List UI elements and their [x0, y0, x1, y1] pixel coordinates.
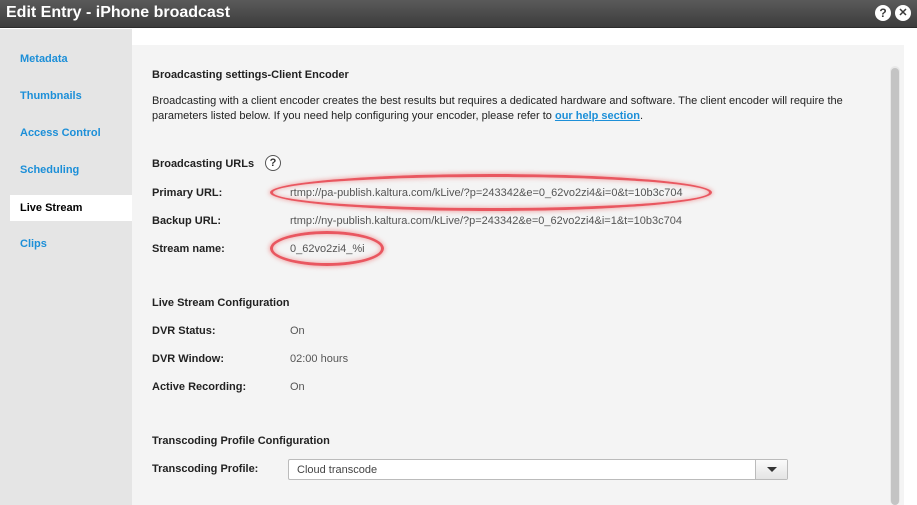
help-icon[interactable]: ? — [875, 5, 891, 21]
broadcasting-urls-heading: Broadcasting URLs — [152, 158, 255, 170]
stream-name-value: 0_62vo2zi4_%i — [290, 243, 365, 255]
backup-url-value: rtmp://ny-publish.kaltura.com/kLive/?p=2… — [290, 215, 682, 227]
sidebar-item-access-control[interactable]: Access Control — [0, 120, 132, 146]
description-end: . — [639, 110, 643, 122]
dvr-status-label: DVR Status: — [152, 325, 216, 337]
chevron-down-icon — [767, 467, 777, 472]
close-icon[interactable]: ✕ — [895, 5, 911, 21]
sidebar-item-scheduling[interactable]: Scheduling — [0, 157, 132, 183]
active-recording-value: On — [290, 381, 305, 393]
broadcast-settings-heading: Broadcasting settings-Client Encoder — [152, 69, 349, 81]
sidebar-item-thumbnails[interactable]: Thumbnails — [0, 83, 132, 109]
urls-help-icon[interactable]: ? — [265, 155, 281, 171]
active-recording-label: Active Recording: — [152, 381, 247, 393]
sidebar-item-metadata[interactable]: Metadata — [0, 46, 132, 72]
scrollbar-thumb[interactable] — [891, 68, 899, 505]
transcoding-profile-label: Transcoding Profile: — [152, 463, 259, 475]
broadcast-description: Broadcasting with a client encoder creat… — [152, 94, 872, 124]
description-text: Broadcasting with a client encoder creat… — [152, 95, 843, 122]
transcoding-profile-select[interactable]: Cloud transcode — [288, 459, 788, 480]
sidebar: Metadata Thumbnails Access Control Sched… — [0, 29, 132, 505]
transcoding-heading: Transcoding Profile Configuration — [152, 435, 330, 447]
vertical-scrollbar[interactable] — [890, 66, 900, 505]
dvr-window-label: DVR Window: — [152, 353, 224, 365]
backup-url-label: Backup URL: — [152, 215, 222, 227]
stream-name-label: Stream name: — [152, 243, 225, 255]
dvr-status-value: On — [290, 325, 305, 337]
live-config-heading: Live Stream Configuration — [152, 297, 290, 309]
sidebar-item-live-stream[interactable]: Live Stream — [10, 195, 132, 221]
dvr-window-value: 02:00 hours — [290, 353, 349, 365]
primary-url-value: rtmp://pa-publish.kaltura.com/kLive/?p=2… — [290, 187, 683, 199]
window-titlebar: Edit Entry - iPhone broadcast ? ✕ — [0, 0, 917, 28]
dropdown-button[interactable] — [755, 460, 787, 479]
help-section-link[interactable]: our help section — [555, 110, 640, 122]
primary-url-label: Primary URL: — [152, 187, 223, 199]
content-panel: Broadcasting settings-Client Encoder Bro… — [132, 45, 904, 505]
sidebar-item-clips[interactable]: Clips — [0, 231, 132, 257]
window-title: Edit Entry - iPhone broadcast — [6, 4, 231, 21]
transcoding-profile-value: Cloud transcode — [297, 464, 378, 476]
